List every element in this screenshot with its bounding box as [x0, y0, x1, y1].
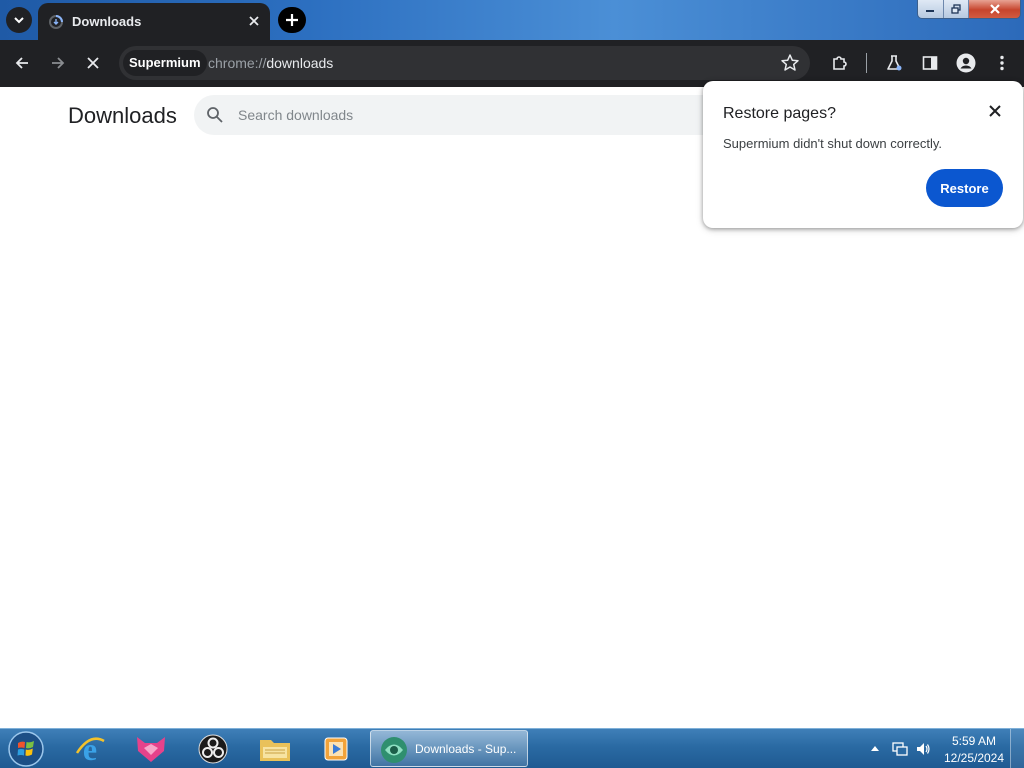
menu-button[interactable]: [991, 52, 1013, 74]
arrow-left-icon: [15, 57, 28, 69]
show-desktop-button[interactable]: [1010, 729, 1024, 768]
tab-title: Downloads: [72, 14, 142, 29]
experiments-button[interactable]: [883, 52, 905, 74]
clock-date[interactable]: 12/25/2024: [940, 751, 1008, 765]
profile-button[interactable]: [955, 52, 977, 74]
browser-title-bar: Downloads: [0, 0, 1024, 40]
close-icon: [989, 105, 1001, 117]
flask-icon: [887, 55, 902, 71]
side-panel-button[interactable]: [919, 52, 941, 74]
restore-window-icon: [951, 4, 961, 14]
browser-toolbar: Supermium chrome://downloads: [0, 40, 1024, 87]
tab-downloads[interactable]: Downloads: [38, 3, 270, 40]
url-path: downloads: [266, 55, 334, 71]
task-label: Downloads - Sup...: [415, 742, 517, 756]
windows-logo-icon: [8, 731, 44, 767]
volume-icon[interactable]: [915, 741, 931, 757]
back-button[interactable]: [11, 52, 33, 74]
stop-loading-button[interactable]: [82, 52, 104, 74]
toolbar-divider: [866, 53, 867, 73]
close-window-button[interactable]: [969, 0, 1020, 18]
forward-button[interactable]: [47, 52, 69, 74]
taskbar-media-player[interactable]: [312, 731, 360, 767]
close-icon[interactable]: [246, 13, 262, 29]
minimize-button[interactable]: [918, 0, 944, 18]
taskbar-explorer[interactable]: [251, 731, 299, 767]
dialog-close-button[interactable]: [987, 103, 1003, 119]
search-input[interactable]: [238, 104, 718, 126]
network-icon[interactable]: [892, 741, 908, 757]
start-button[interactable]: [6, 730, 46, 768]
restore-pages-dialog: Restore pages? Supermium didn't shut dow…: [703, 81, 1023, 228]
arrow-right-icon: [52, 57, 65, 69]
more-vert-icon: [1000, 55, 1004, 71]
taskbar-ie[interactable]: e: [66, 731, 114, 767]
loading-spinner-icon: [49, 15, 63, 29]
fox-app-icon: [137, 737, 165, 762]
search-icon: [207, 107, 223, 123]
extensions-button[interactable]: [829, 52, 851, 74]
url-scheme: chrome://: [208, 55, 267, 71]
close-icon: [989, 4, 1000, 14]
show-hidden-icons-icon[interactable]: [870, 744, 880, 752]
media-player-icon: [324, 737, 348, 761]
bookmark-star-icon[interactable]: [780, 53, 800, 73]
supermium-icon: [381, 737, 407, 763]
site-chip[interactable]: Supermium: [123, 50, 207, 76]
restore-window-button[interactable]: [943, 0, 970, 18]
taskbar-obs[interactable]: [189, 731, 237, 767]
window-controls: [917, 0, 1021, 19]
taskbar-task-supermium[interactable]: Downloads - Sup...: [370, 730, 528, 767]
plus-icon: [286, 14, 298, 26]
dialog-message: Supermium didn't shut down correctly.: [723, 136, 943, 151]
url-text[interactable]: chrome://downloads: [208, 55, 333, 71]
puzzle-icon: [833, 56, 847, 70]
obs-icon: [198, 734, 228, 764]
new-tab-button[interactable]: [278, 7, 306, 33]
dialog-title: Restore pages?: [723, 105, 836, 122]
clock-time[interactable]: 5:59 AM: [944, 734, 1004, 748]
search-box[interactable]: [194, 95, 754, 135]
page-title: Downloads: [68, 103, 177, 128]
minimize-icon: [926, 10, 935, 12]
avatar-icon: [956, 53, 976, 73]
side-panel-icon: [922, 56, 938, 70]
restore-button[interactable]: Restore: [926, 169, 1003, 207]
internet-explorer-icon: e: [75, 733, 105, 765]
taskbar-app-fox[interactable]: [127, 731, 175, 767]
close-icon: [87, 57, 99, 69]
tab-search-button[interactable]: [6, 7, 32, 33]
address-bar[interactable]: Supermium chrome://downloads: [119, 46, 810, 80]
taskbar: e Downloads - Sup... 5:59 AM 12/25/2024: [0, 728, 1024, 768]
folder-icon: [260, 740, 290, 761]
chevron-down-icon: [14, 17, 24, 24]
